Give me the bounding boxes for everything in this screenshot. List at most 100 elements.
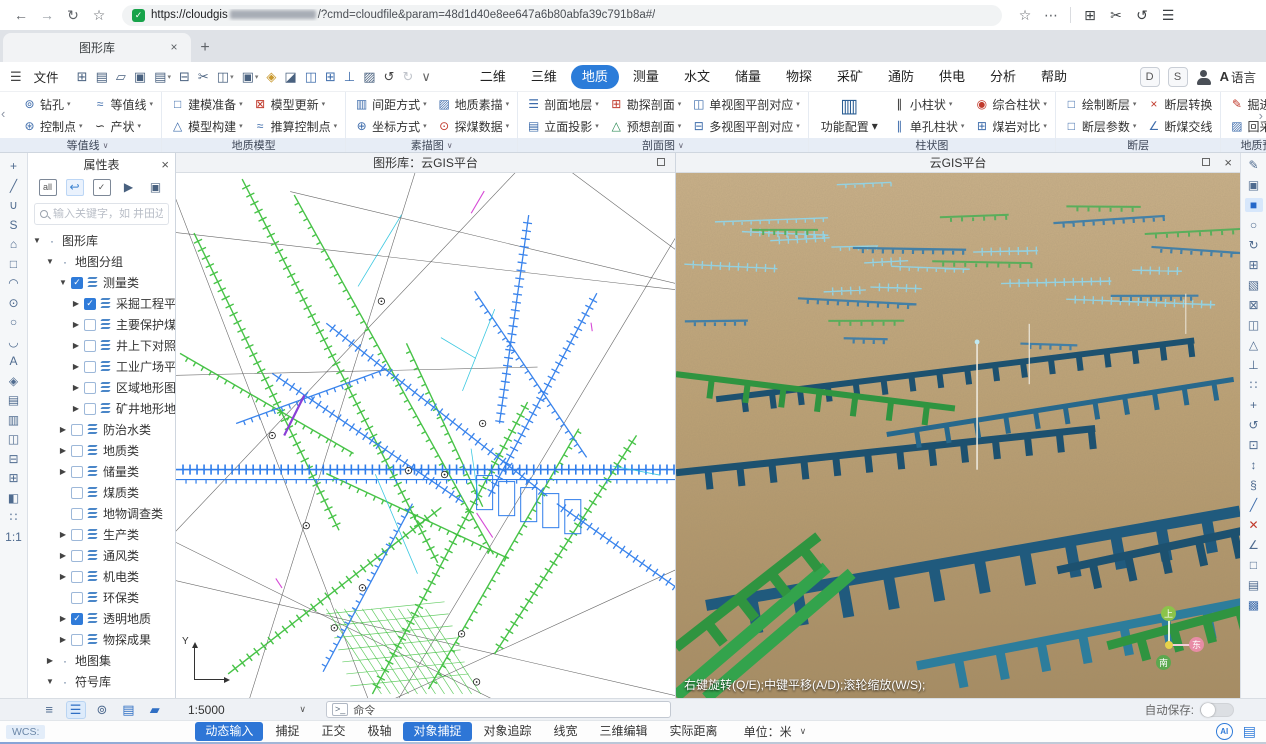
tree-item-符号库[interactable]: ▼·符号库 [28, 671, 175, 692]
text-icon[interactable]: A [9, 355, 17, 368]
dots-grid-icon[interactable]: ∷ [10, 511, 18, 524]
tree-item-环保类[interactable]: 环保类 [28, 587, 175, 608]
close-tab-icon[interactable]: × [167, 40, 181, 54]
clip-polygon-icon[interactable]: □ [1245, 558, 1263, 572]
tab-物探[interactable]: 物探 [775, 65, 823, 89]
address-bar[interactable]: ✓ https://cloudgis/?cmd=cloudfile&param=… [122, 5, 1002, 26]
ribbon-category-素描图[interactable]: 素描图∨ [346, 138, 517, 152]
tree-item-矿井地形地质图[interactable]: ▶矿井地形地质图 [28, 398, 175, 419]
doc-view-icon[interactable]: ▤ [118, 701, 138, 719]
map-2d-canvas[interactable]: Y [176, 173, 675, 698]
status-toggle-捕捉[interactable]: 捕捉 [265, 722, 309, 741]
edit-doc2-icon[interactable]: ✎ [1245, 158, 1263, 172]
arc-icon[interactable]: ◠ [8, 277, 18, 290]
erase-icon[interactable]: ◪ [280, 66, 300, 88]
ribbon-button-断煤交线[interactable]: ∠断煤交线 [1142, 116, 1216, 136]
layer-checkbox[interactable] [71, 487, 83, 499]
tree-item-地图集[interactable]: ▶·地图集 [28, 650, 175, 671]
undo-icon[interactable]: ↺ [380, 66, 399, 88]
ribbon-button-控制点[interactable]: ⊛控制点▾ [18, 116, 87, 136]
expand-closed-icon[interactable]: ▶ [58, 635, 68, 644]
ribbon-button-推算控制点[interactable]: ≈推算控制点▾ [249, 116, 342, 136]
arc2-icon[interactable]: ◡ [8, 336, 18, 349]
layer-checkbox[interactable] [71, 466, 83, 478]
expand-open-icon[interactable]: ▼ [45, 677, 55, 686]
ribbon-button-小柱状[interactable]: ∥小柱状▾ [888, 94, 969, 114]
tab-采矿[interactable]: 采矿 [826, 65, 874, 89]
edit-doc-icon[interactable]: ▤ [92, 66, 112, 88]
circle-select-icon[interactable]: ○ [1245, 218, 1263, 232]
ribbon-button-建模准备[interactable]: □建模准备▾ [166, 94, 247, 114]
notes-icon[interactable]: ▤ [1243, 723, 1256, 740]
tree-item-主要保护煤柱图[interactable]: ▶主要保护煤柱图 [28, 314, 175, 335]
search-input[interactable] [53, 208, 163, 220]
rect-icon[interactable]: □ [10, 258, 17, 271]
scale-1-1-icon[interactable]: 1:1 [5, 531, 22, 544]
language-button[interactable]: A 语言 [1220, 67, 1256, 86]
node-icon[interactable]: + [10, 160, 17, 173]
hatch-fill-icon[interactable]: ▩ [1245, 598, 1263, 612]
layer-checkbox[interactable] [84, 340, 96, 352]
layer-checkbox[interactable] [71, 424, 83, 436]
history-undo-icon[interactable]: ↺ [1131, 4, 1153, 26]
scale-dropdown[interactable]: 1:5000 ∨ [188, 703, 306, 717]
gizmo-south-label[interactable]: 南 [1156, 655, 1171, 670]
expand-closed-icon[interactable]: ▶ [71, 299, 81, 308]
expand-closed-icon[interactable]: ▶ [71, 404, 81, 413]
ribbon-button-勘探剖面[interactable]: ⊞勘探剖面▾ [605, 94, 686, 114]
file-menu[interactable]: 文件 [34, 67, 59, 86]
circle-icon[interactable]: ⊙ [8, 297, 18, 310]
split-line-icon[interactable]: ╱ [1245, 498, 1263, 512]
app-menu-icon[interactable]: ☰ [10, 69, 22, 85]
tree-item-区域地形图[interactable]: ▶区域地形图 [28, 377, 175, 398]
apps-grid-icon[interactable]: ⊞ [1079, 4, 1101, 26]
layer-checkbox[interactable] [71, 445, 83, 457]
save-icon[interactable]: ▣ [130, 66, 150, 88]
ribbon-button-断层参数[interactable]: □断层参数▾ [1060, 116, 1141, 136]
tree-item-测量类[interactable]: ▼✓测量类 [28, 272, 175, 293]
autosave-toggle[interactable] [1200, 703, 1234, 717]
pattern-icon[interactable]: ◈ [9, 375, 18, 388]
ai-assistant-icon[interactable]: AI [1216, 723, 1233, 740]
user-icon[interactable] [1196, 69, 1212, 85]
tab-三维[interactable]: 三维 [520, 65, 568, 89]
ribbon-category-等值线[interactable]: 等值线∨ [14, 138, 161, 152]
rotate-icon[interactable]: ↺ [1245, 418, 1263, 432]
print-icon[interactable]: ⊟ [175, 66, 194, 88]
export-icon[interactable]: ▤▾ [150, 66, 175, 88]
tab-供电[interactable]: 供电 [928, 65, 976, 89]
ribbon-button-间距方式[interactable]: ▥间距方式▾ [350, 94, 431, 114]
ribbon-button-等值线[interactable]: ≈等值线▾ [89, 94, 158, 114]
search-box[interactable] [34, 203, 169, 225]
status-toggle-三维编辑[interactable]: 三维编辑 [590, 722, 658, 741]
panel-3d-titlebar[interactable]: 云GIS平台 × [676, 153, 1240, 173]
ribbon-button-模型更新[interactable]: ⊠模型更新▾ [249, 94, 342, 114]
more-options-icon[interactable]: ⋯ [1040, 4, 1062, 26]
ribbon-button-煤岩对比[interactable]: ⊞煤岩对比▾ [970, 116, 1051, 136]
stamp-icon[interactable]: ⊥ [1245, 358, 1263, 372]
status-toggle-线宽[interactable]: 线宽 [544, 722, 588, 741]
cursor-tool-icon[interactable]: ▶ [120, 179, 138, 196]
reload-icon[interactable]: ↻ [62, 4, 84, 26]
distribute-v-icon[interactable]: ◧ [8, 492, 19, 505]
stack-icon[interactable]: ◈ [262, 66, 280, 88]
gizmo-east-label[interactable]: 东 [1189, 637, 1204, 652]
pin-list-icon[interactable]: ☆ [88, 4, 110, 26]
browser-tab[interactable]: 图形库 × [3, 33, 191, 62]
tab-测量[interactable]: 测量 [622, 65, 670, 89]
expand-closed-icon[interactable]: ▶ [58, 425, 68, 434]
status-toggle-动态输入[interactable]: 动态输入 [195, 722, 263, 741]
layer-checkbox[interactable] [71, 571, 83, 583]
expand-closed-icon[interactable]: ▶ [58, 572, 68, 581]
panel-2d-titlebar[interactable]: 图形库：云GIS平台 [176, 153, 675, 173]
layer-checkbox[interactable]: ✓ [71, 613, 83, 625]
ribbon-button-探煤数据[interactable]: ⊙探煤数据▾ [433, 116, 514, 136]
ribbon-button-坐标方式[interactable]: ⊕坐标方式▾ [350, 116, 431, 136]
trash-icon[interactable]: ⊠ [1245, 298, 1263, 312]
box-3d-icon[interactable]: ▧ [1245, 278, 1263, 292]
tab-通防[interactable]: 通防 [877, 65, 925, 89]
tab-储量[interactable]: 储量 [724, 65, 772, 89]
align-rows-icon[interactable]: ⊟ [8, 453, 18, 466]
align-columns-icon[interactable]: ◫ [8, 433, 19, 446]
expand-closed-icon[interactable]: ▶ [71, 320, 81, 329]
